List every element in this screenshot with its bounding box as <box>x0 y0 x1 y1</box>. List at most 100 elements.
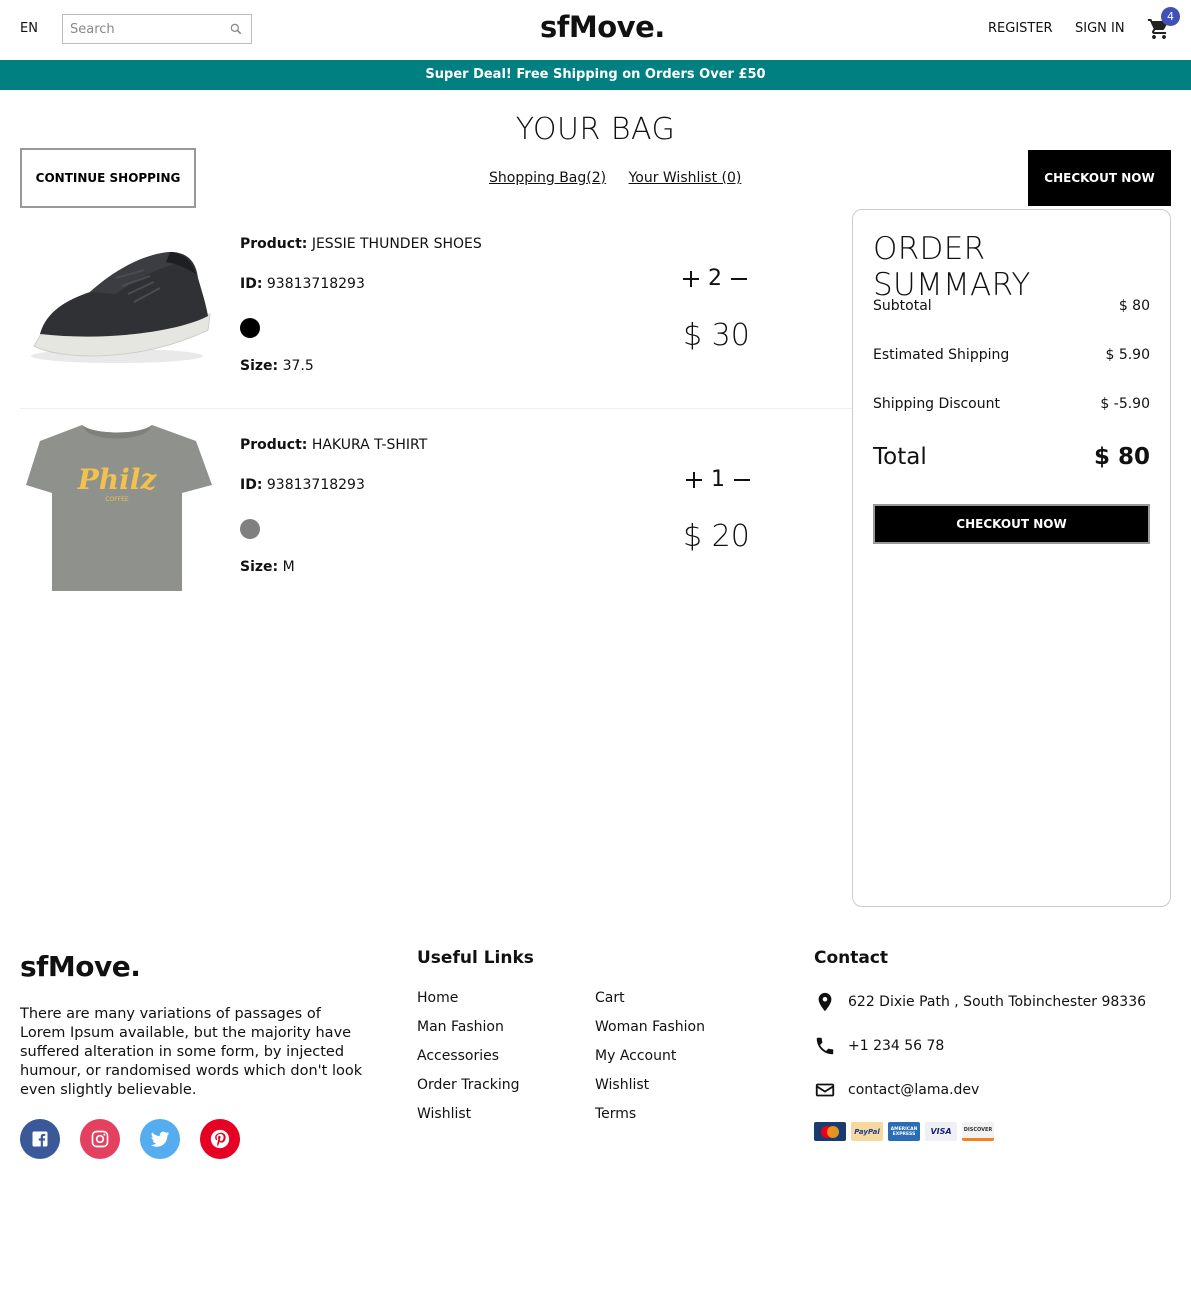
discount-label: Shipping Discount <box>873 396 1000 412</box>
wishlist-link[interactable]: Your Wishlist (0) <box>629 170 742 186</box>
product-size: M <box>282 559 295 575</box>
id-label: ID: <box>240 276 263 292</box>
total-value: $ 80 <box>1093 444 1150 470</box>
discount-row: Shipping Discount $ -5.90 <box>873 396 1150 412</box>
minus-icon[interactable] <box>733 471 751 489</box>
contact-address: 622 Dixie Path , South Tobinchester 9833… <box>814 990 1146 1014</box>
product-image-tshirt: Philz COFFEE <box>26 425 212 591</box>
product-name: HAKURA T-SHIRT <box>311 437 428 453</box>
product-size: 37.5 <box>282 358 314 374</box>
cart-count-badge: 4 <box>1161 7 1180 26</box>
shopping-bag-link[interactable]: Shopping Bag(2) <box>489 170 606 186</box>
instagram-icon[interactable] <box>80 1119 120 1159</box>
footer-link-terms[interactable]: Terms <box>595 1106 705 1135</box>
continue-shopping-button[interactable]: CONTINUE SHOPPING <box>20 148 196 208</box>
id-label: ID: <box>240 477 263 493</box>
footer-link-cart[interactable]: Cart <box>595 990 705 1019</box>
shipping-value: $ 5.90 <box>1105 347 1150 363</box>
plus-icon[interactable] <box>682 270 700 288</box>
register-link[interactable]: REGISTER <box>988 21 1053 36</box>
phone-text: +1 234 56 78 <box>848 1038 945 1054</box>
checkout-now-button[interactable]: CHECKOUT NOW <box>873 504 1150 544</box>
twitter-icon[interactable] <box>140 1119 180 1159</box>
footer-description: There are many variations of passages of… <box>20 1006 363 1098</box>
product-details: Product: JESSIE THUNDER SHOES ID: 938137… <box>240 236 482 398</box>
mail-icon <box>815 1083 835 1097</box>
language-selector[interactable]: EN <box>20 21 38 36</box>
quantity-value: 1 <box>711 467 725 492</box>
sign-in-link[interactable]: SIGN IN <box>1075 21 1125 36</box>
facebook-icon[interactable] <box>20 1119 60 1159</box>
contact-title: Contact <box>814 948 889 968</box>
pinterest-icon[interactable] <box>200 1119 240 1159</box>
total-label: Total <box>873 444 927 470</box>
subtotal-value: $ 80 <box>1118 298 1150 314</box>
phone-icon <box>816 1037 834 1055</box>
payment-methods: PayPal AMERICAN EXPRESS VISA DISCOVER <box>814 1122 994 1141</box>
product-id: 93813718293 <box>266 477 365 493</box>
location-pin-icon <box>818 992 832 1012</box>
mastercard-icon <box>814 1122 846 1141</box>
svg-text:COFFEE: COFFEE <box>105 496 129 503</box>
quantity-stepper: 2 <box>682 266 748 291</box>
product-color-swatch <box>240 519 260 539</box>
total-row: Total $ 80 <box>873 444 1150 470</box>
svg-text:Philz: Philz <box>77 463 158 496</box>
footer-link-accessories[interactable]: Accessories <box>417 1048 520 1077</box>
announcement-bar: Super Deal! Free Shipping on Orders Over… <box>0 60 1191 90</box>
bag-tabs: Shopping Bag(2) Your Wishlist (0) <box>489 170 759 186</box>
order-summary-title: ORDER SUMMARY <box>873 231 1031 303</box>
subtotal-row: Subtotal $ 80 <box>873 298 1150 314</box>
product-name: JESSIE THUNDER SHOES <box>311 236 482 252</box>
product-details: Product: HAKURA T-SHIRT ID: 93813718293 … <box>240 437 427 599</box>
amex-icon: AMERICAN EXPRESS <box>888 1122 920 1141</box>
size-label: Size: <box>240 358 279 374</box>
email-text[interactable]: contact@lama.dev <box>848 1082 979 1098</box>
footer-link-man-fashion[interactable]: Man Fashion <box>417 1019 520 1048</box>
footer-link-home[interactable]: Home <box>417 990 520 1019</box>
product-id: 93813718293 <box>266 276 365 292</box>
subtotal-label: Subtotal <box>873 298 932 314</box>
cart-item: Philz COFFEE Product: HAKURA T-SHIRT ID:… <box>20 419 852 609</box>
contact-phone: +1 234 56 78 <box>814 1034 944 1058</box>
search-input[interactable] <box>63 21 223 37</box>
product-image-shoe <box>31 252 211 363</box>
useful-links-left: Home Man Fashion Accessories Order Track… <box>417 990 520 1135</box>
minus-icon[interactable] <box>730 270 748 288</box>
navbar: EN sfMove. REGISTER SIGN IN 4 <box>0 0 1191 60</box>
contact-email: contact@lama.dev <box>814 1078 979 1102</box>
discover-icon: DISCOVER <box>962 1122 994 1141</box>
footer-link-order-tracking[interactable]: Order Tracking <box>417 1077 520 1106</box>
search-icon[interactable] <box>229 22 243 36</box>
size-label: Size: <box>240 559 279 575</box>
useful-links-title: Useful Links <box>417 948 534 968</box>
shipping-row: Estimated Shipping $ 5.90 <box>873 347 1150 363</box>
product-label: Product: <box>240 236 308 252</box>
footer-link-wishlist[interactable]: Wishlist <box>417 1106 520 1135</box>
address-text: 622 Dixie Path , South Tobinchester 9833… <box>848 994 1147 1010</box>
divider <box>20 408 852 409</box>
discount-value: $ -5.90 <box>1100 396 1150 412</box>
shipping-label: Estimated Shipping <box>873 347 1010 363</box>
visa-icon: VISA <box>925 1122 957 1141</box>
useful-links-right: Cart Woman Fashion My Account Wishlist T… <box>595 990 705 1135</box>
quantity-value: 2 <box>708 266 722 291</box>
product-price: $ 30 <box>683 318 750 353</box>
order-summary-panel: ORDER SUMMARY Subtotal $ 80 Estimated Sh… <box>852 209 1171 907</box>
product-color-swatch <box>240 318 260 338</box>
plus-icon[interactable] <box>685 471 703 489</box>
product-label: Product: <box>240 437 308 453</box>
footer-logo[interactable]: sfMove. <box>20 950 141 983</box>
quantity-stepper: 1 <box>685 467 751 492</box>
footer-link-my-account[interactable]: My Account <box>595 1048 705 1077</box>
product-price: $ 20 <box>683 519 750 554</box>
social-links <box>20 1119 240 1159</box>
checkout-now-top-button[interactable]: CHECKOUT NOW <box>1028 150 1171 206</box>
cart-item: Product: JESSIE THUNDER SHOES ID: 938137… <box>20 218 852 408</box>
search-container <box>62 14 252 44</box>
paypal-icon: PayPal <box>851 1122 883 1141</box>
footer-link-woman-fashion[interactable]: Woman Fashion <box>595 1019 705 1048</box>
brand-logo[interactable]: sfMove. <box>540 10 665 44</box>
footer-link-wishlist[interactable]: Wishlist <box>595 1077 705 1106</box>
page-title: YOUR BAG <box>515 112 676 147</box>
